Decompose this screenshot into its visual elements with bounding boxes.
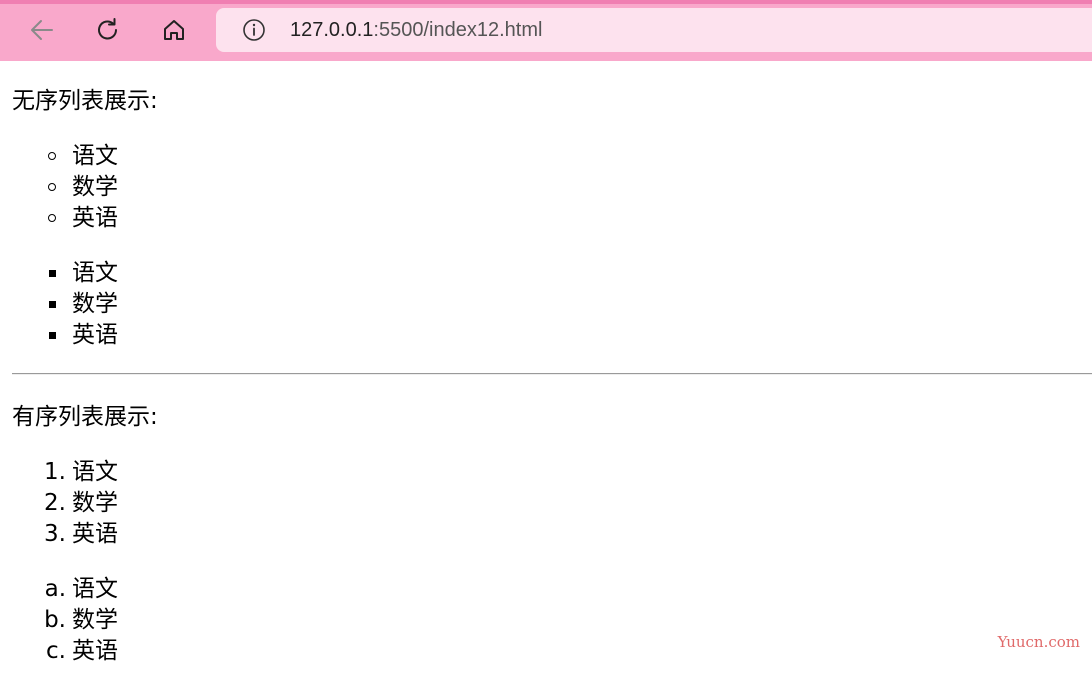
list-item: c. 英语 [0, 636, 118, 667]
watermark: Yuucn.com [997, 633, 1080, 651]
list-item-text: 英语 [72, 521, 118, 547]
horizontal-rule [12, 373, 1092, 375]
list-marker: c. [46, 638, 66, 664]
ordered-heading: 有序列表展示: [12, 404, 158, 430]
list-item-text: 英语 [72, 322, 118, 348]
list-marker: 2. [44, 490, 66, 516]
square-bullet-icon [49, 301, 56, 308]
list-item-text: 语文 [72, 459, 118, 485]
list-item-text: 英语 [72, 205, 118, 231]
list-item-text: 数学 [72, 490, 118, 516]
list-marker: b. [44, 607, 66, 633]
square-bullet-icon [49, 332, 56, 339]
list-marker: 1. [44, 459, 66, 485]
url-text[interactable]: 127.0.0.1:5500/index12.html [290, 19, 542, 41]
list-marker: 3. [44, 521, 66, 547]
back-button[interactable] [26, 14, 58, 46]
list-item: 3. 英语 [0, 519, 118, 550]
unordered-list-circle: 语文 数学 英语 [0, 141, 118, 234]
url-host: 127.0.0.1 [290, 19, 374, 41]
unordered-list-square: 语文 数学 英语 [0, 258, 118, 351]
list-item: a. 语文 [0, 574, 118, 605]
list-item: b. 数学 [0, 605, 118, 636]
list-item: 英语 [0, 203, 118, 234]
reload-icon [98, 18, 117, 40]
ordered-list-numeric: 1. 语文 2. 数学 3. 英语 [0, 457, 118, 550]
list-item-text: 数学 [72, 174, 118, 200]
list-item-text: 英语 [72, 638, 118, 664]
ordered-list-alpha: a. 语文 b. 数学 c. 英语 [0, 574, 118, 667]
list-item: 2. 数学 [0, 488, 118, 519]
square-bullet-icon [49, 270, 56, 277]
address-bar[interactable]: 127.0.0.1:5500/index12.html [216, 8, 1092, 52]
unordered-heading: 无序列表展示: [12, 88, 158, 114]
circle-bullet-icon [48, 152, 56, 160]
list-item-text: 语文 [72, 576, 118, 602]
home-icon [164, 20, 184, 40]
list-item: 语文 [0, 258, 118, 289]
list-item: 英语 [0, 320, 118, 351]
list-item-text: 语文 [72, 260, 118, 286]
url-path: :5500/index12.html [373, 19, 543, 41]
arrow-left-icon [31, 20, 53, 40]
list-marker: a. [44, 576, 66, 602]
browser-toolbar: 127.0.0.1:5500/index12.html [0, 0, 1092, 61]
circle-bullet-icon [48, 183, 56, 191]
list-item: 语文 [0, 141, 118, 172]
list-item-text: 数学 [72, 291, 118, 317]
info-icon[interactable] [242, 18, 266, 42]
list-item-text: 语文 [72, 143, 118, 169]
list-item: 数学 [0, 172, 118, 203]
home-button[interactable] [158, 14, 190, 46]
list-item: 数学 [0, 289, 118, 320]
reload-button[interactable] [92, 14, 124, 46]
list-item-text: 数学 [72, 607, 118, 633]
list-item: 1. 语文 [0, 457, 118, 488]
circle-bullet-icon [48, 214, 56, 222]
page-content: 无序列表展示: 语文 数学 英语 语文 数学 英语 有序列表展示: 1. 语文 2… [0, 61, 1092, 697]
